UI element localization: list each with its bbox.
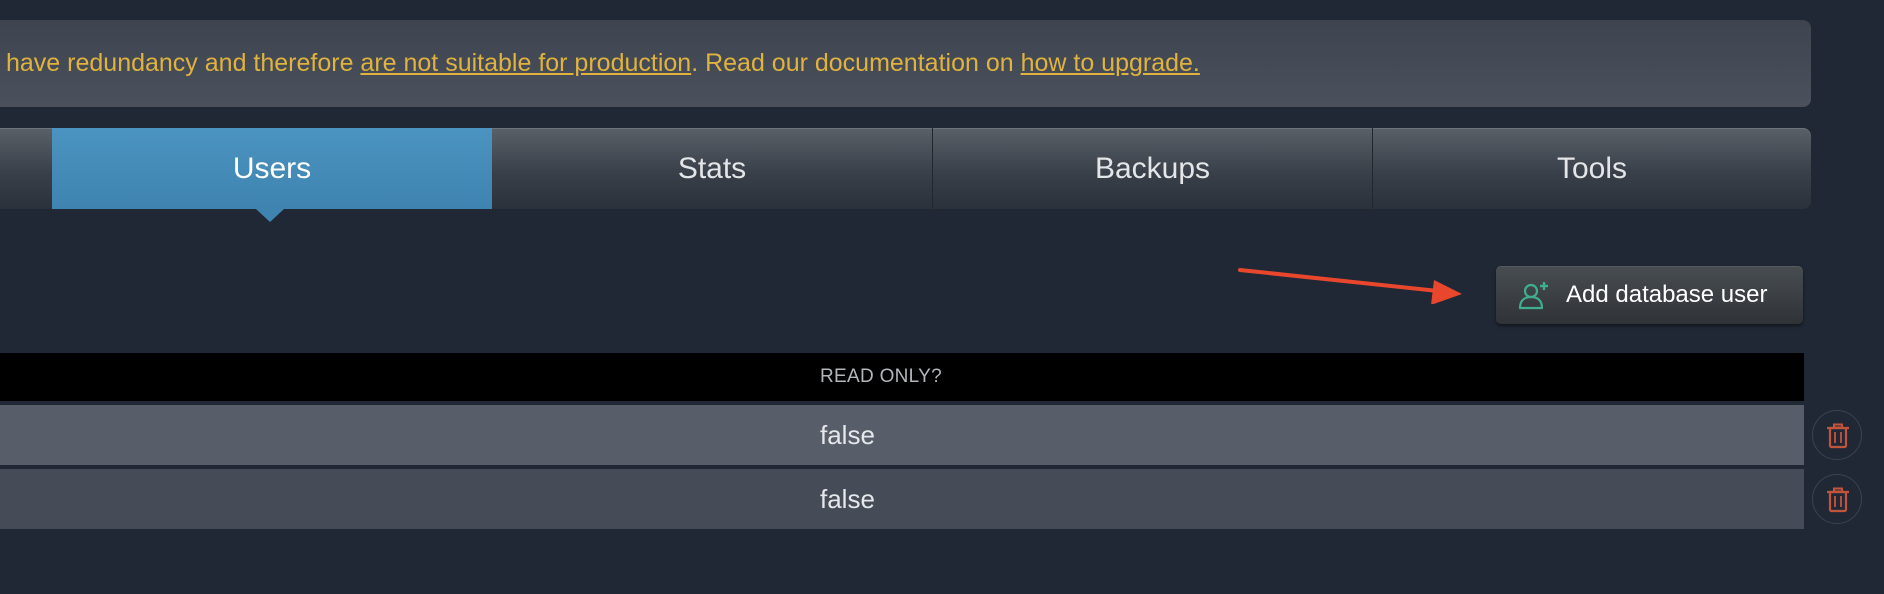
delete-user-button[interactable] bbox=[1812, 474, 1862, 524]
annotation-arrow bbox=[1238, 268, 1462, 304]
active-tab-indicator bbox=[256, 209, 284, 222]
read-only-value: false bbox=[820, 484, 875, 514]
warning-banner: have redundancy and therefore are not su… bbox=[0, 20, 1811, 107]
page: have redundancy and therefore are not su… bbox=[0, 0, 1884, 594]
read-only-value: false bbox=[820, 420, 875, 450]
table-row: false bbox=[0, 469, 1804, 529]
column-header-read-only: READ ONLY? bbox=[820, 366, 942, 387]
tab-tools[interactable]: Tools bbox=[1372, 128, 1811, 209]
delete-user-button[interactable] bbox=[1812, 410, 1862, 460]
add-database-user-button[interactable]: Add database user bbox=[1496, 266, 1803, 324]
tab-bar: Users Stats Backups Tools bbox=[0, 128, 1811, 209]
production-link[interactable]: are not suitable for production bbox=[360, 49, 691, 77]
warning-text-middle: . Read our documentation on bbox=[691, 49, 1021, 77]
trash-icon bbox=[1827, 423, 1849, 449]
add-database-user-label: Add database user bbox=[1566, 281, 1768, 308]
trash-icon bbox=[1827, 487, 1849, 513]
table-row: false bbox=[0, 405, 1804, 465]
tab-stats[interactable]: Stats bbox=[492, 128, 932, 209]
table-header: READ ONLY? bbox=[0, 353, 1804, 401]
tab-users[interactable]: Users bbox=[52, 128, 492, 209]
tab-backups[interactable]: Backups bbox=[932, 128, 1372, 209]
add-user-icon bbox=[1518, 282, 1548, 310]
tab-previous[interactable] bbox=[0, 128, 52, 209]
upgrade-link[interactable]: how to upgrade. bbox=[1021, 49, 1200, 77]
warning-text: have redundancy and therefore are not su… bbox=[6, 20, 1200, 107]
warning-text-start: have redundancy and therefore bbox=[6, 49, 361, 77]
